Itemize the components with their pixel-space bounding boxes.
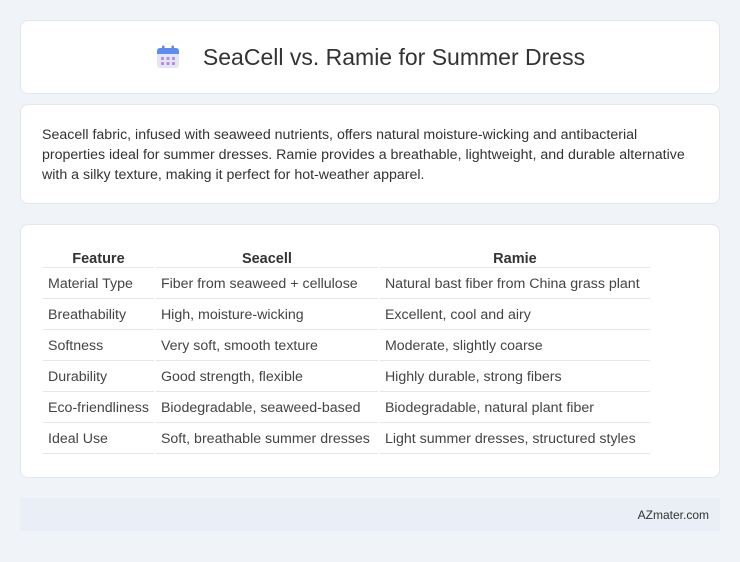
column-header-ramie: Ramie	[379, 246, 650, 268]
cell-feature: Breathability	[43, 301, 154, 330]
table-row: Ideal Use Soft, breathable summer dresse…	[43, 425, 650, 454]
table-header-row: Feature Seacell Ramie	[43, 246, 650, 268]
cell-feature: Material Type	[43, 270, 154, 299]
cell-feature: Softness	[43, 332, 154, 361]
intro-paragraph: Seacell fabric, infused with seaweed nut…	[42, 127, 685, 183]
cell-ramie: Highly durable, strong fibers	[379, 363, 650, 392]
cell-seacell: Good strength, flexible	[155, 363, 378, 392]
table-row: Durability Good strength, flexible Highl…	[43, 363, 650, 392]
cell-ramie: Moderate, slightly coarse	[379, 332, 650, 361]
intro-card: Seacell fabric, infused with seaweed nut…	[20, 104, 720, 204]
table-row: Breathability High, moisture-wicking Exc…	[43, 301, 650, 330]
cell-ramie: Excellent, cool and airy	[379, 301, 650, 330]
cell-feature: Eco-friendliness	[43, 394, 154, 423]
table-row: Softness Very soft, smooth texture Moder…	[43, 332, 650, 361]
cell-seacell: Soft, breathable summer dresses	[155, 425, 378, 454]
cell-seacell: Very soft, smooth texture	[155, 332, 378, 361]
table-row: Material Type Fiber from seaweed + cellu…	[43, 270, 650, 299]
cell-ramie: Biodegradable, natural plant fiber	[379, 394, 650, 423]
footer: AZmater.com	[20, 498, 720, 531]
calendar-icon	[155, 44, 181, 70]
cell-feature: Durability	[43, 363, 154, 392]
cell-ramie: Natural bast fiber from China grass plan…	[379, 270, 650, 299]
page-title: SeaCell vs. Ramie for Summer Dress	[202, 43, 586, 70]
title-card: SeaCell vs. Ramie for Summer Dress	[20, 20, 720, 94]
comparison-table: Feature Seacell Ramie Material Type Fibe…	[41, 244, 652, 456]
cell-seacell: High, moisture-wicking	[155, 301, 378, 330]
column-header-seacell: Seacell	[155, 246, 378, 268]
cell-seacell: Fiber from seaweed + cellulose	[155, 270, 378, 299]
cell-ramie: Light summer dresses, structured styles	[379, 425, 650, 454]
cell-seacell: Biodegradable, seaweed-based	[155, 394, 378, 423]
footer-site-link[interactable]: AZmater.com	[638, 508, 709, 522]
column-header-feature: Feature	[43, 246, 154, 268]
cell-feature: Ideal Use	[43, 425, 154, 454]
table-row: Eco-friendliness Biodegradable, seaweed-…	[43, 394, 650, 423]
comparison-card: Feature Seacell Ramie Material Type Fibe…	[20, 224, 720, 478]
